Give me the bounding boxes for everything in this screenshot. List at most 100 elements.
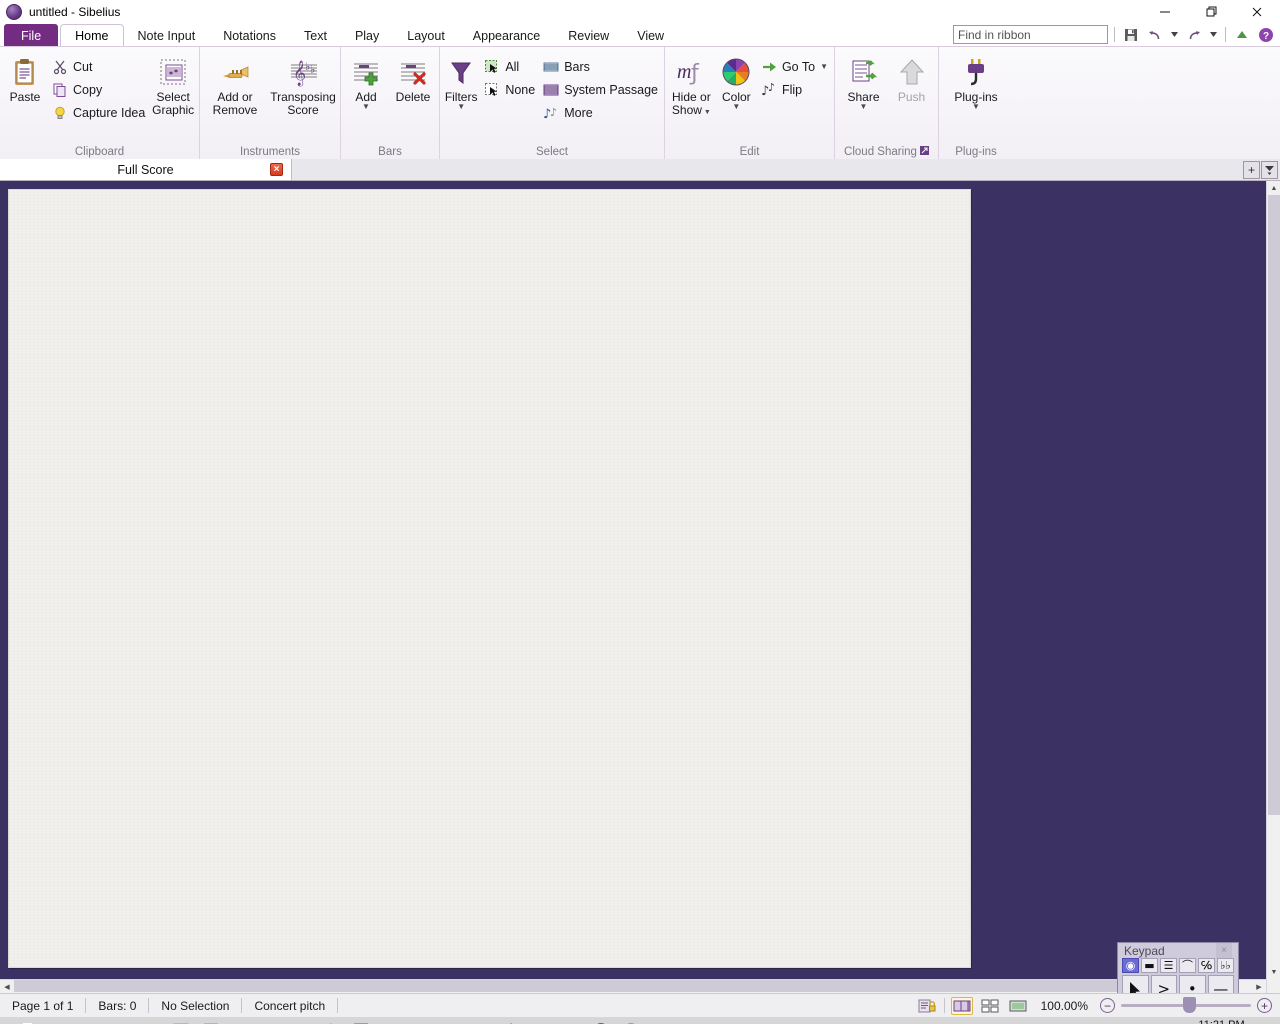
ribbon-collapse-icon[interactable]: [1232, 25, 1252, 45]
wifi-icon[interactable]: [1095, 1017, 1117, 1024]
maximize-button[interactable]: [1188, 0, 1234, 23]
keypad-voice-cursor[interactable]: [1122, 975, 1149, 993]
keypad-tenuto[interactable]: —: [1207, 975, 1234, 993]
select-all-button[interactable]: All: [480, 55, 539, 78]
city-app-icon[interactable]: [466, 1017, 496, 1024]
tab-list-menu-button[interactable]: [1261, 160, 1278, 179]
keypad-page-accidentals[interactable]: ♭♭: [1217, 958, 1234, 973]
media-player-icon[interactable]: [346, 1017, 376, 1024]
firefox-icon[interactable]: [316, 1017, 346, 1024]
hide-or-show-button[interactable]: m ƒ Hide or Show ▼: [667, 52, 716, 138]
delete-bar-button[interactable]: Delete: [389, 52, 437, 138]
share-dropdown-icon[interactable]: ▼: [860, 103, 868, 111]
close-button[interactable]: [1234, 0, 1280, 23]
hide-or-show-dropdown-icon[interactable]: ▼: [702, 109, 711, 116]
maple-app-icon[interactable]: [286, 1017, 316, 1024]
sibelius-icon[interactable]: [916, 1017, 946, 1024]
keypad-title-bar[interactable]: Keypad ×: [1118, 943, 1238, 958]
tab-review[interactable]: Review: [554, 25, 623, 47]
map-app-icon[interactable]: [646, 1017, 676, 1024]
vertical-scrollbar[interactable]: ▲ ▼: [1266, 181, 1280, 993]
help-icon[interactable]: ?: [1256, 25, 1276, 45]
color-dropdown-icon[interactable]: ▼: [732, 103, 740, 111]
keypad-page-jazz-articulations[interactable]: ℅: [1198, 958, 1215, 973]
cloud-sharing-dialog-launcher-icon[interactable]: [919, 145, 929, 158]
go-to-button[interactable]: Go To ▼: [757, 55, 832, 78]
tab-layout[interactable]: Layout: [393, 25, 459, 47]
select-none-button[interactable]: None: [480, 78, 539, 101]
add-bar-dropdown-icon[interactable]: ▼: [362, 103, 370, 111]
undo-dropdown-icon[interactable]: [1169, 25, 1180, 45]
dropbox-icon[interactable]: [1167, 1017, 1189, 1024]
transposing-score-button[interactable]: 𝄞 ♭ ♭ Transposing Score: [268, 52, 338, 138]
avid-cloud-icon[interactable]: [856, 1017, 886, 1024]
paint-icon[interactable]: [136, 1017, 166, 1024]
color-button[interactable]: Color ▼: [716, 52, 757, 138]
capture-idea-button[interactable]: Capture Idea: [48, 101, 149, 124]
speaker-icon[interactable]: [1143, 1017, 1165, 1024]
file-explorer-icon[interactable]: [76, 1017, 106, 1024]
scroll-down-arrow-icon[interactable]: ▼: [1267, 965, 1280, 979]
score-page[interactable]: [8, 189, 971, 968]
notepad-icon[interactable]: [166, 1017, 196, 1024]
filters-button[interactable]: Filters ▼: [442, 52, 480, 138]
help-circle-icon[interactable]: ?: [1047, 1017, 1069, 1024]
keypad-page-more-notes[interactable]: ▬: [1141, 958, 1158, 973]
scanner-icon[interactable]: [376, 1017, 406, 1024]
keypad-page-articulations[interactable]: ⌒: [1179, 958, 1196, 973]
clips-icon[interactable]: [406, 1017, 436, 1024]
presentation-icon[interactable]: [886, 1017, 916, 1024]
cut-button[interactable]: Cut: [48, 55, 149, 78]
windows-start-icon[interactable]: [0, 1017, 46, 1024]
select-system-passage-button[interactable]: System Passage: [539, 78, 662, 101]
score-canvas[interactable]: ▲ ▼ ◀ ▶ Keypad × ◉ ▬ ☰ ⌒ ℅ ♭♭ > • —: [0, 181, 1280, 993]
tab-play[interactable]: Play: [341, 25, 393, 47]
calculator-icon[interactable]: [196, 1017, 226, 1024]
plug-ins-dropdown-icon[interactable]: ▼: [972, 103, 980, 111]
plug-ins-button[interactable]: Plug-ins ▼: [945, 52, 1007, 138]
share-button[interactable]: Share ▼: [839, 52, 889, 138]
scroll-up-arrow-icon[interactable]: ▲: [1267, 181, 1280, 195]
tab-notations[interactable]: Notations: [209, 25, 290, 47]
add-or-remove-instruments-button[interactable]: Add or Remove: [202, 52, 268, 138]
task-view-icon[interactable]: [46, 1017, 76, 1024]
palette-app-icon[interactable]: [706, 1017, 736, 1024]
notification-icon[interactable]: [1254, 1017, 1276, 1024]
tab-home[interactable]: Home: [60, 24, 124, 47]
single-page-view-button[interactable]: [1007, 997, 1029, 1015]
paste-button[interactable]: Paste: [2, 52, 48, 138]
zoom-slider-thumb[interactable]: [1183, 997, 1196, 1013]
shield-app-icon[interactable]: [496, 1017, 526, 1024]
document-tab-close-icon[interactable]: ×: [270, 163, 283, 176]
disc-app-icon[interactable]: [586, 1017, 616, 1024]
gimp-icon[interactable]: [526, 1017, 556, 1024]
keypad-accent[interactable]: >: [1150, 975, 1177, 993]
search-input[interactable]: [953, 25, 1108, 44]
taskbar-clock[interactable]: 11:21 PM 10/8/2019: [1191, 1019, 1252, 1024]
photo-viewer-icon[interactable]: [256, 1017, 286, 1024]
tab-text[interactable]: Text: [290, 25, 341, 47]
keypad-panel[interactable]: Keypad × ◉ ▬ ☰ ⌒ ℅ ♭♭ > • —: [1117, 942, 1239, 993]
keypad-page-beams-tremolos[interactable]: ☰: [1160, 958, 1177, 973]
spread-view-button[interactable]: [979, 997, 1001, 1015]
grammarly-icon[interactable]: G: [106, 1017, 136, 1024]
filters-dropdown-icon[interactable]: ▼: [457, 103, 465, 111]
horizontal-scroll-thumb[interactable]: [14, 980, 1164, 992]
keypad-close-button[interactable]: ×: [1216, 943, 1232, 958]
scroll-right-arrow-icon[interactable]: ▶: [1252, 980, 1266, 993]
print-lock-icon[interactable]: [916, 997, 938, 1015]
text-app-icon[interactable]: AB: [226, 1017, 256, 1024]
vertical-scroll-thumb[interactable]: [1268, 195, 1280, 815]
go-to-dropdown-icon[interactable]: ▼: [820, 62, 828, 70]
keypad-staccato[interactable]: •: [1179, 975, 1206, 993]
minimize-button[interactable]: [1142, 0, 1188, 23]
zoom-slider[interactable]: [1121, 997, 1251, 1013]
copy-button[interactable]: Copy: [48, 78, 149, 101]
camera-app-icon[interactable]: [616, 1017, 646, 1024]
scroll-left-arrow-icon[interactable]: ◀: [0, 980, 14, 993]
keypad-page-common-notes[interactable]: ◉: [1122, 958, 1139, 973]
show-hidden-icons-icon[interactable]: [1071, 1017, 1093, 1024]
status-concert-pitch[interactable]: Concert pitch: [242, 994, 337, 1018]
new-tab-button[interactable]: +: [1243, 160, 1260, 179]
tab-note-input[interactable]: Note Input: [124, 25, 210, 47]
